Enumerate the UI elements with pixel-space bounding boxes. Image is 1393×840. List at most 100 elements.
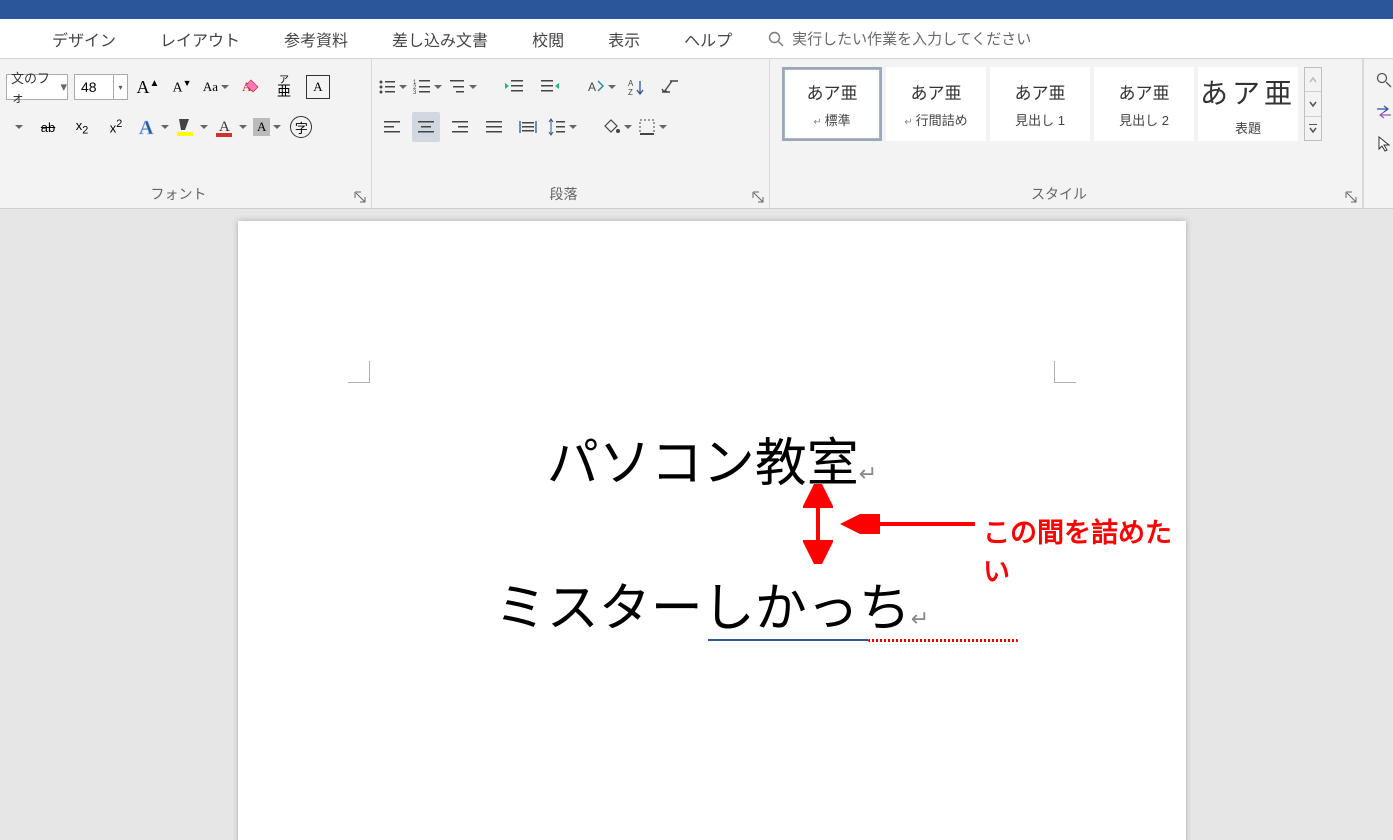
- tab-mailings[interactable]: 差し込み文書: [370, 19, 510, 59]
- text-effect-icon: A: [136, 116, 158, 138]
- style-label: 見出し 2: [1119, 110, 1169, 129]
- styles-scroll-up[interactable]: [1305, 68, 1321, 92]
- clear-format-icon: A: [240, 77, 260, 97]
- clear-formatting-button[interactable]: A: [236, 72, 264, 102]
- change-case-button[interactable]: Aa: [202, 72, 230, 102]
- styles-scroll-down[interactable]: [1305, 92, 1321, 116]
- align-center-icon: [417, 119, 435, 135]
- bold-partial[interactable]: [6, 112, 28, 142]
- style-label: 見出し 1: [1015, 110, 1065, 129]
- distributed-icon: [518, 119, 538, 135]
- text-direction-button[interactable]: A: [587, 72, 616, 102]
- text-effects-button[interactable]: A: [136, 112, 169, 142]
- group-font: 文のフォ▾ 48 ▾ A▲ A▼ Aa A ア亜 A ab x2 x2 A: [0, 59, 372, 208]
- shrink-font-button[interactable]: A▼: [168, 72, 196, 102]
- title-bar: [0, 0, 1393, 19]
- style-preview: あア亜: [911, 79, 962, 104]
- character-border-button[interactable]: A: [304, 72, 332, 102]
- style-preview: あア亜: [807, 79, 858, 104]
- style-label: ↵ 標準: [813, 110, 850, 129]
- ribbon-tabs: デザイン レイアウト 参考資料 差し込み文書 校閲 表示 ヘルプ 実行したい作業…: [0, 19, 1393, 59]
- select-button-partial[interactable]: [1370, 131, 1393, 157]
- style-label: 表題: [1235, 118, 1261, 137]
- bucket-icon: [601, 118, 621, 136]
- page[interactable]: パソコン教室↵ ミスターしかっち↵ この間を詰めたい: [238, 221, 1186, 840]
- highlight-button[interactable]: [175, 112, 208, 142]
- style-normal[interactable]: あア亜 ↵ 標準: [782, 67, 882, 141]
- svg-text:3: 3: [413, 90, 417, 96]
- margin-corner-tr: [1054, 361, 1076, 383]
- group-styles: あア亜 ↵ 標準 あア亜 ↵ 行間詰め あア亜 見出し 1 あア亜 見出し 2 …: [770, 59, 1363, 208]
- bullets-button[interactable]: [378, 72, 407, 102]
- style-heading1[interactable]: あア亜 見出し 1: [990, 67, 1090, 141]
- style-no-spacing[interactable]: あア亜 ↵ 行間詰め: [886, 67, 986, 141]
- ribbon: 文のフォ▾ 48 ▾ A▲ A▼ Aa A ア亜 A ab x2 x2 A: [0, 59, 1393, 209]
- style-preview: あア亜: [1015, 79, 1066, 104]
- tab-partial-left[interactable]: [0, 19, 30, 59]
- style-heading2[interactable]: あア亜 見出し 2: [1094, 67, 1194, 141]
- grammar-underline: [708, 639, 868, 641]
- tab-view[interactable]: 表示: [586, 19, 662, 59]
- char-shading-button[interactable]: A: [253, 112, 281, 142]
- numbering-button[interactable]: 123: [413, 72, 442, 102]
- subscript-button[interactable]: x2: [68, 112, 96, 142]
- justify-icon: [485, 119, 503, 135]
- strikethrough-button[interactable]: ab: [34, 112, 62, 142]
- align-left-button[interactable]: [378, 112, 406, 142]
- borders-icon: [638, 118, 656, 136]
- annotation-vertical-arrow: [803, 484, 833, 564]
- align-right-icon: [451, 119, 469, 135]
- font-size-dropdown[interactable]: ▾: [114, 74, 128, 100]
- font-name-combo[interactable]: 文のフォ▾: [6, 74, 68, 100]
- svg-text:A: A: [628, 79, 634, 88]
- paragraph-dialog-launcher[interactable]: [751, 190, 765, 204]
- numbering-icon: 123: [413, 78, 431, 96]
- cursor-icon: [1377, 136, 1391, 152]
- font-color-button[interactable]: A: [214, 112, 247, 142]
- increase-indent-button[interactable]: [535, 72, 563, 102]
- replace-button-partial[interactable]: [1370, 99, 1393, 125]
- enclose-char-button[interactable]: 字: [287, 112, 315, 142]
- tab-help[interactable]: ヘルプ: [662, 19, 754, 59]
- tab-design[interactable]: デザイン: [30, 19, 138, 59]
- styles-dialog-launcher[interactable]: [1344, 190, 1358, 204]
- grow-font-button[interactable]: A▲: [134, 72, 162, 102]
- tab-layout[interactable]: レイアウト: [138, 19, 262, 59]
- superscript-button[interactable]: x2: [102, 112, 130, 142]
- align-right-button[interactable]: [446, 112, 474, 142]
- line-spacing-button[interactable]: [548, 112, 577, 142]
- document-line-1[interactable]: パソコン教室↵: [238, 421, 1186, 496]
- find-button-partial[interactable]: [1370, 67, 1393, 93]
- align-center-button[interactable]: [412, 112, 440, 142]
- document-canvas: パソコン教室↵ ミスターしかっち↵ この間を詰めたい: [0, 209, 1393, 840]
- ribbon-right-edge: [1363, 59, 1393, 208]
- svg-text:A: A: [219, 119, 230, 135]
- bullets-icon: [378, 78, 396, 96]
- tell-me-search[interactable]: 実行したい作業を入力してください: [768, 28, 1031, 49]
- annotation-text: この間を詰めたい: [983, 511, 1186, 589]
- justify-button[interactable]: [480, 112, 508, 142]
- paragraph-mark: ↵: [911, 606, 929, 631]
- shading-button[interactable]: [601, 112, 632, 142]
- tab-references[interactable]: 参考資料: [262, 19, 370, 59]
- decrease-indent-button[interactable]: [501, 72, 529, 102]
- style-preview: あア亜: [1200, 72, 1296, 112]
- outdent-icon: [505, 78, 525, 96]
- borders-button[interactable]: [638, 112, 667, 142]
- phonetic-guide-button[interactable]: ア亜: [270, 72, 298, 102]
- group-paragraph: 123 A AZ 段落: [372, 59, 770, 208]
- sort-icon: AZ: [627, 78, 645, 96]
- style-title[interactable]: あア亜 表題: [1198, 67, 1298, 141]
- text-direction-icon: A: [587, 78, 605, 96]
- styles-more[interactable]: [1305, 117, 1321, 140]
- tab-review[interactable]: 校閲: [510, 19, 586, 59]
- style-preview: あア亜: [1119, 79, 1170, 104]
- annotation-horizontal-arrow: [840, 514, 980, 534]
- highlight-icon: [175, 116, 197, 138]
- font-size-combo[interactable]: 48: [74, 74, 114, 100]
- show-marks-button[interactable]: [656, 72, 684, 102]
- font-dialog-launcher[interactable]: [353, 190, 367, 204]
- sort-button[interactable]: AZ: [622, 72, 650, 102]
- distributed-button[interactable]: [514, 112, 542, 142]
- multilevel-list-button[interactable]: [448, 72, 477, 102]
